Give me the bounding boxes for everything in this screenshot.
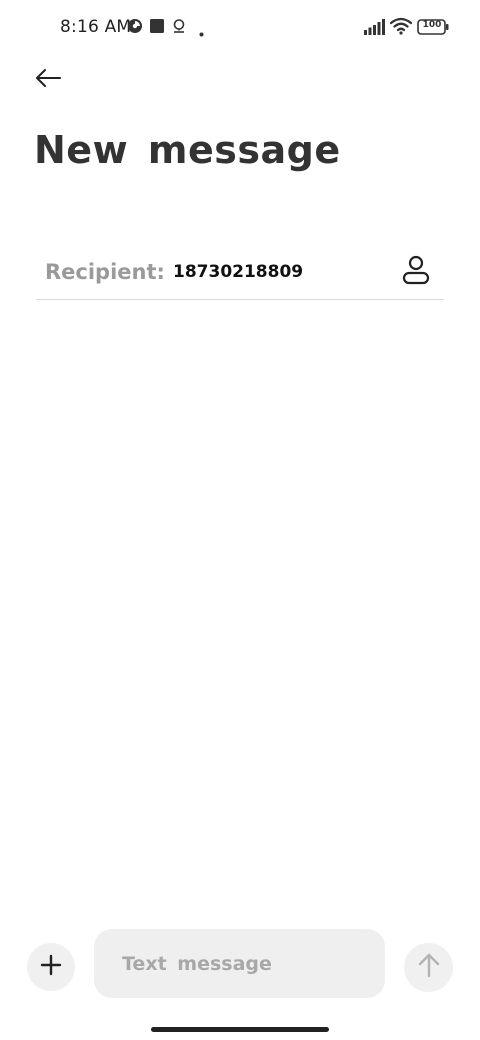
recipient-row[interactable]: Recipient: 18730218809 [36, 244, 444, 300]
home-indicator[interactable] [151, 1027, 329, 1032]
page-title: New message [34, 128, 341, 172]
location-pin-icon [171, 18, 187, 39]
dot-icon [199, 24, 204, 42]
plus-icon [40, 954, 62, 981]
text-message-input[interactable]: Text message [94, 929, 385, 998]
send-button[interactable] [404, 943, 453, 992]
arrow-up-icon [417, 952, 441, 983]
battery-icon: 100 [417, 19, 449, 40]
add-attachment-button[interactable] [27, 943, 75, 991]
text-message-placeholder: Text message [122, 952, 272, 975]
person-icon [402, 255, 430, 290]
recipient-label: Recipient: [45, 260, 165, 284]
contact-picker-button[interactable] [398, 254, 434, 290]
back-button[interactable] [28, 62, 68, 98]
wifi-icon [389, 17, 413, 40]
status-bar: 8:16 AM 100 [0, 0, 480, 56]
stop-square-icon [149, 18, 165, 39]
battery-level: 100 [422, 20, 442, 30]
arrow-left-icon [34, 68, 62, 93]
circle-progress-icon [127, 18, 143, 39]
cellular-signal-icon [364, 19, 386, 40]
status-time: 8:16 AM [60, 17, 132, 37]
recipient-input[interactable]: 18730218809 [173, 262, 303, 282]
